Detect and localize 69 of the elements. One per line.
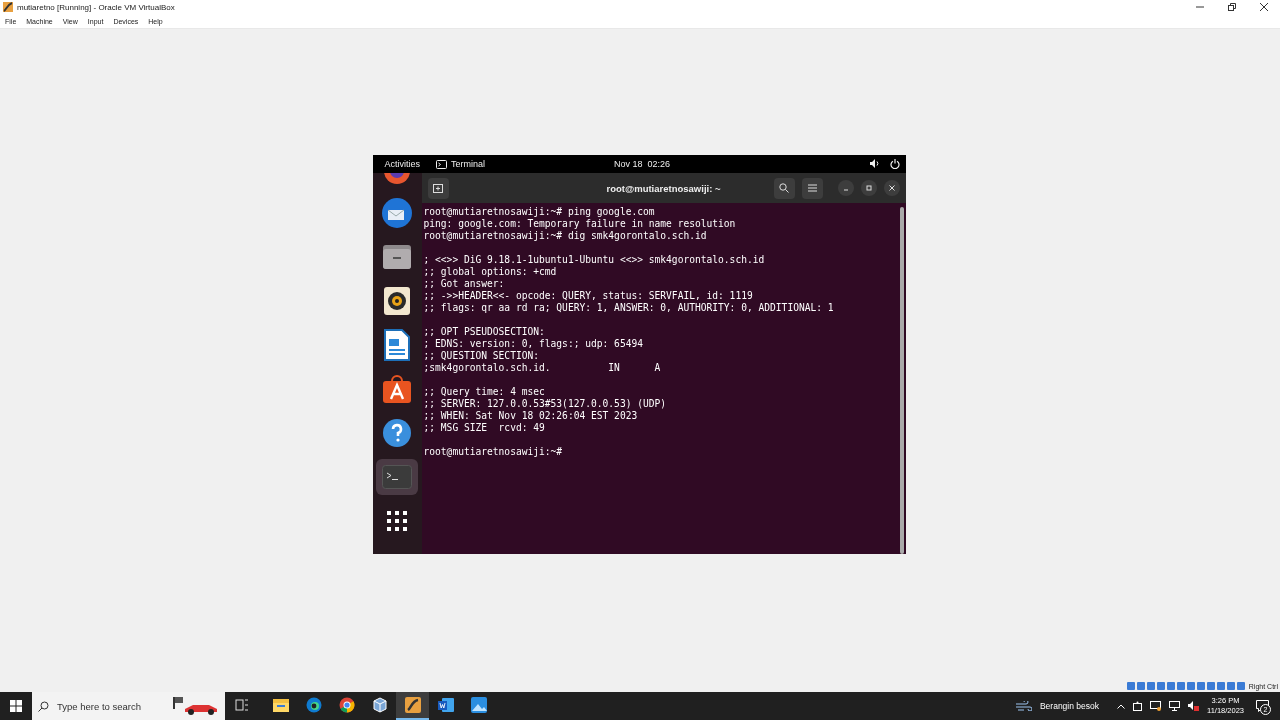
search-button[interactable] (773, 177, 795, 199)
terminal-line: root@mutiaretnosawiji:~# (423, 446, 564, 458)
terminal-line: ;; MSG SIZE rcvd: 49 (423, 422, 546, 434)
close-icon (888, 185, 895, 191)
new-tab-button[interactable] (427, 177, 449, 199)
task-view-icon (234, 699, 249, 711)
terminal-line: ; <<>> DiG 9.18.1-1ubuntu1-Ubuntu <<>> smk4gorontalo.sch.id (423, 254, 766, 266)
app-window-icon (404, 697, 421, 713)
app-menu-label[interactable]: Terminal (451, 159, 486, 169)
weather-text[interactable]: Berangin besok (1039, 701, 1099, 711)
maximize-icon (865, 185, 872, 191)
terminal-icon (436, 159, 447, 169)
taskbar-app[interactable] (396, 692, 429, 720)
menu-button[interactable] (801, 177, 823, 199)
display-icon[interactable] (1150, 701, 1161, 711)
search-field[interactable]: Type here to search (32, 692, 225, 720)
terminal-line: ;; OPT PSEUDOSECTION: (423, 326, 546, 338)
terminal-line: ;; global options: +cmd (423, 266, 558, 278)
search-icon (779, 183, 789, 193)
speaker-icon (383, 286, 411, 316)
terminal-line: ;; SERVER: 127.0.0.53#53(127.0.0.53) (UDP) (423, 398, 668, 410)
terminal-line: ; EDNS: version: 0, flags:; udp: 65494 (423, 338, 644, 350)
terminal-line: ;; QUESTION SECTION: (423, 350, 541, 362)
terminal-line: root@mutiaretnosawiji:~# dig smk4gorontalo.sch.id (423, 230, 708, 242)
document-icon (384, 329, 410, 361)
volume-icon[interactable] (869, 159, 880, 168)
terminal-line: ;smk4gorontalo.sch.id. IN A (423, 362, 662, 374)
minimize-icon (1196, 3, 1204, 11)
wind-icon (1015, 701, 1032, 711)
help-icon (382, 418, 412, 448)
chrome-icon (338, 697, 355, 713)
terminal-line: ;; flags: qr aa rd ra; QUERY: 1, ANSWER: 0, AUTHORITY: 0, ADDITIONAL: 1 (423, 302, 835, 314)
shopping-bag-icon (382, 374, 412, 404)
scrollbar[interactable] (899, 207, 904, 554)
speech-bubble-icon (1255, 700, 1269, 712)
envelope-icon (381, 197, 413, 229)
maximize-button[interactable] (860, 180, 877, 196)
app-grid-icon (386, 510, 408, 532)
minimize-button[interactable] (837, 180, 854, 196)
terminal-line: ;; Got answer: (423, 278, 506, 290)
race-car-drawing (171, 697, 219, 715)
app-logo-icon (3, 2, 13, 12)
terminal-line: ping: google.com: Temporary failure in name resolution (423, 218, 737, 230)
search-icon (38, 700, 49, 712)
terminal-line: root@mutiaretnosawiji:~# ping google.com (423, 206, 656, 218)
terminal-line: ;; ->>HEADER<<- opcode: QUERY, status: SERVFAIL, id: 1119 (423, 290, 754, 302)
menu-icon (807, 184, 817, 192)
restore-icon (1228, 3, 1236, 11)
folder-icon (272, 698, 289, 712)
photos-icon (470, 697, 487, 713)
new-tab-icon (433, 183, 443, 193)
terminal-title: root@mutiaretnosawiji: ~ (606, 182, 721, 194)
folder-icon (382, 243, 412, 271)
close-button[interactable] (883, 180, 900, 196)
activities-button[interactable]: Activities (384, 159, 420, 169)
word-icon (437, 698, 454, 712)
edge-icon (305, 697, 322, 713)
clock[interactable]: Nov 18 02:26 (613, 159, 670, 169)
network-icon[interactable] (1169, 701, 1180, 711)
terminal-line: ;; WHEN: Sat Nov 18 02:26:04 EST 2023 (423, 410, 639, 422)
volume-muted-icon[interactable] (1188, 701, 1199, 711)
window-title: mutiaretno [Running] - Oracle VM VirtualBox (17, 2, 176, 12)
chevron-up-icon[interactable] (1117, 703, 1125, 709)
power-icon[interactable] (889, 159, 900, 169)
windows-logo-icon (10, 700, 22, 712)
terminal-line: ;; Query time: 4 msec (423, 386, 546, 398)
terminal-icon (382, 465, 412, 489)
cube-icon (371, 697, 388, 713)
close-icon (1260, 3, 1268, 11)
